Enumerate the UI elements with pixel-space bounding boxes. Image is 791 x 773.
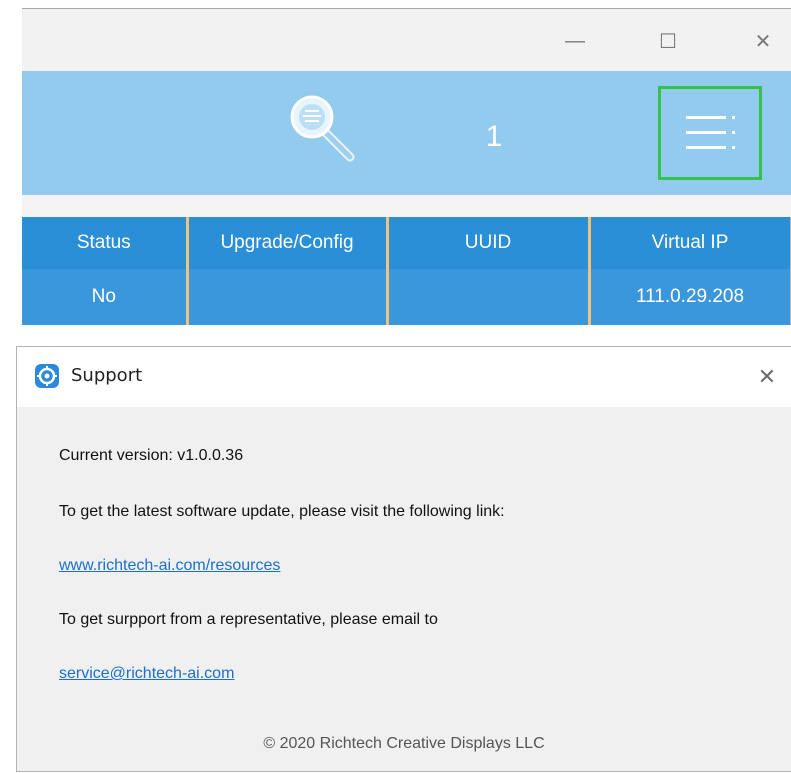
copyright-text: © 2020 Richtech Creative Displays LLC xyxy=(263,735,545,752)
dialog-body: Current version: v1.0.0.36 To get the la… xyxy=(17,407,791,773)
menu-button[interactable] xyxy=(658,86,762,180)
email-link[interactable]: service@richtech-ai.com xyxy=(59,665,234,683)
table-header-row: Status Upgrade/Config UUID Virtual IP xyxy=(22,217,791,269)
support-instructions-text: To get surpport from a representative, p… xyxy=(59,611,438,628)
menu-icon xyxy=(686,116,735,149)
table-row[interactable]: No 111.0.29.208 xyxy=(22,269,791,325)
current-version-text: Current version: v1.0.0.36 xyxy=(59,447,244,464)
magnifier-icon xyxy=(290,95,355,162)
cell-uuid xyxy=(387,269,591,325)
support-dialog: Support ✕ Current version: v1.0.0.36 To … xyxy=(16,346,791,772)
column-header-upgrade-config[interactable]: Upgrade/Config xyxy=(187,217,389,269)
update-instructions-text: To get the latest software update, pleas… xyxy=(59,503,505,520)
close-button[interactable]: ✕ xyxy=(740,23,786,59)
search-devices-button[interactable] xyxy=(284,91,364,171)
minimize-button[interactable]: — xyxy=(552,23,598,59)
dialog-title: Support xyxy=(71,365,143,386)
maximize-button[interactable]: ☐ xyxy=(645,23,691,59)
device-count: 1 xyxy=(485,120,503,153)
column-header-status[interactable]: Status xyxy=(22,217,189,269)
cell-virtual-ip: 111.0.29.208 xyxy=(589,269,791,325)
app-window: — ☐ ✕ 1 Status Upgrade/Config UUID Virtu… xyxy=(22,8,791,325)
toolbar-separator xyxy=(22,195,791,217)
dialog-title-bar: Support ✕ xyxy=(17,347,791,407)
cell-status: No xyxy=(22,269,189,325)
device-table: Status Upgrade/Config UUID Virtual IP No… xyxy=(22,217,791,325)
column-header-virtual-ip[interactable]: Virtual IP xyxy=(589,217,791,269)
resources-link[interactable]: www.richtech-ai.com/resources xyxy=(59,557,280,575)
cell-upgrade-config[interactable] xyxy=(187,269,389,325)
app-gear-icon xyxy=(35,364,59,388)
column-header-uuid[interactable]: UUID xyxy=(387,217,591,269)
dialog-close-button[interactable]: ✕ xyxy=(747,357,787,397)
title-bar: — ☐ ✕ xyxy=(22,9,791,71)
toolbar: 1 xyxy=(22,71,791,195)
